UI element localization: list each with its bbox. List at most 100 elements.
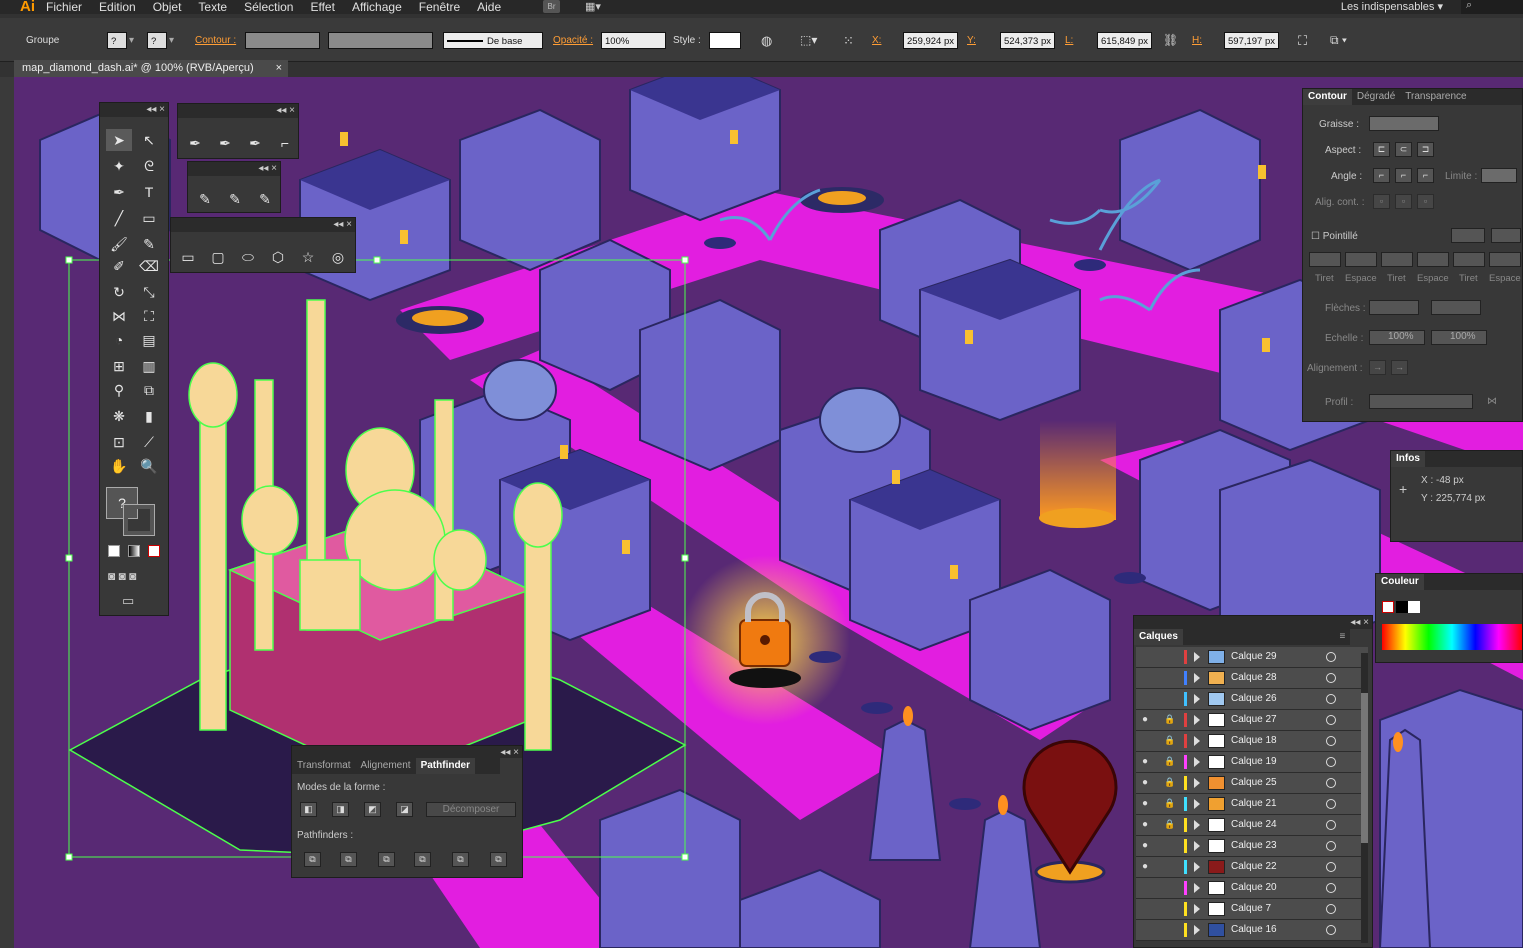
tab-calques[interactable]: Calques: [1134, 629, 1183, 645]
expand-arrow-icon[interactable]: [1194, 757, 1200, 767]
layer-row[interactable]: ● Calque 22: [1136, 857, 1368, 878]
layer-row[interactable]: Calque 20: [1136, 878, 1368, 899]
layer-name[interactable]: Calque 20: [1231, 882, 1277, 893]
expand-arrow-icon[interactable]: [1194, 904, 1200, 914]
magic-wand-tool-icon[interactable]: ✦: [106, 155, 132, 177]
color-mode-buttons[interactable]: [108, 545, 164, 559]
height-field[interactable]: 597,197 px: [1224, 32, 1279, 49]
lock-icon[interactable]: 🔒: [1164, 756, 1175, 767]
target-icon[interactable]: [1326, 820, 1336, 830]
target-icon[interactable]: [1326, 841, 1336, 851]
path-eraser-icon[interactable]: ✎: [252, 188, 278, 210]
align-outside-icon[interactable]: ▫: [1417, 194, 1434, 209]
direct-selection-tool-icon[interactable]: ↖: [136, 129, 162, 151]
target-icon[interactable]: [1326, 736, 1336, 746]
intersect-icon[interactable]: ◩: [364, 802, 381, 817]
start-arrow-select[interactable]: [1369, 300, 1419, 315]
pen-icon[interactable]: ✒: [182, 132, 208, 154]
align-center-icon[interactable]: ▫: [1373, 194, 1390, 209]
layer-row[interactable]: 🔒 Calque 18: [1136, 731, 1368, 752]
dashed-checkbox[interactable]: ☐ Pointillé: [1311, 231, 1358, 242]
lasso-tool-icon[interactable]: ᘓ: [136, 155, 162, 177]
layer-name[interactable]: Calque 22: [1231, 861, 1277, 872]
arrow-extend-icon[interactable]: →: [1369, 360, 1386, 375]
dash-field-1[interactable]: [1309, 252, 1341, 267]
y-field[interactable]: 524,373 px: [1000, 32, 1055, 49]
target-icon[interactable]: [1326, 778, 1336, 788]
expand-button[interactable]: Décomposer: [426, 802, 516, 817]
square-cap-icon[interactable]: ⊐: [1417, 142, 1434, 157]
add-anchor-icon[interactable]: ✒: [212, 132, 238, 154]
eyedropper-tool-icon[interactable]: ⚲: [106, 379, 132, 401]
layer-row[interactable]: Calque 28: [1136, 668, 1368, 689]
tab-infos[interactable]: Infos: [1391, 451, 1425, 467]
stroke-dropdown-icon[interactable]: ▾: [169, 32, 174, 49]
layer-row[interactable]: ● 🔒 Calque 24: [1136, 815, 1368, 836]
menu-affichage[interactable]: Affichage: [352, 0, 402, 14]
visibility-icon[interactable]: ●: [1142, 861, 1148, 872]
trim-icon[interactable]: ⧉: [340, 852, 357, 867]
fill-swatch[interactable]: ?: [107, 32, 127, 49]
pencil-icon[interactable]: ✎: [192, 188, 218, 210]
polygon-icon[interactable]: ⬡: [265, 246, 291, 268]
dash-field-2[interactable]: [1381, 252, 1413, 267]
end-scale-field[interactable]: 100%: [1431, 330, 1487, 345]
arrange-documents-icon[interactable]: ▦▾: [585, 0, 601, 13]
expand-arrow-icon[interactable]: [1194, 715, 1200, 725]
layer-name[interactable]: Calque 28: [1231, 672, 1277, 683]
expand-arrow-icon[interactable]: [1194, 841, 1200, 851]
expand-arrow-icon[interactable]: [1194, 820, 1200, 830]
height-label[interactable]: H:: [1192, 32, 1202, 49]
target-icon[interactable]: [1326, 883, 1336, 893]
layer-name[interactable]: Calque 25: [1231, 777, 1277, 788]
pen-tool-icon[interactable]: ✒: [106, 181, 132, 203]
target-icon[interactable]: [1326, 862, 1336, 872]
width-tool-icon[interactable]: ⋈: [106, 305, 132, 327]
target-icon[interactable]: [1326, 757, 1336, 767]
layers-menu-icon[interactable]: ≡: [1334, 629, 1350, 645]
scale-tool-icon[interactable]: ⤡: [136, 281, 162, 303]
lock-icon[interactable]: 🔒: [1164, 777, 1175, 788]
layer-name[interactable]: Calque 21: [1231, 798, 1277, 809]
stroke-swatch[interactable]: ?: [147, 32, 167, 49]
visibility-icon[interactable]: ●: [1142, 777, 1148, 788]
delete-anchor-icon[interactable]: ✒: [242, 132, 268, 154]
layer-row[interactable]: ● Calque 23: [1136, 836, 1368, 857]
variable-width-field[interactable]: [328, 32, 433, 49]
screen-mode-icon[interactable]: ▭: [122, 593, 134, 609]
tab-contour[interactable]: Contour: [1303, 89, 1352, 105]
opacity-label[interactable]: Opacité :: [553, 32, 593, 49]
layer-row[interactable]: ● 🔒 Calque 25: [1136, 773, 1368, 794]
outline-icon[interactable]: ⧉: [452, 852, 469, 867]
reference-point-icon[interactable]: ⁙: [843, 32, 854, 49]
white-swatch[interactable]: [1408, 601, 1420, 613]
dash-field-3[interactable]: [1453, 252, 1485, 267]
round-cap-icon[interactable]: ⊂: [1395, 142, 1412, 157]
recolor-icon[interactable]: ◍: [761, 32, 772, 49]
rounded-rectangle-icon[interactable]: ▢: [205, 246, 231, 268]
menu-fenetre[interactable]: Fenêtre: [419, 0, 460, 14]
layer-name[interactable]: Calque 29: [1231, 651, 1277, 662]
transform-icon[interactable]: ⛶: [1298, 32, 1307, 49]
stroke-label[interactable]: Contour :: [195, 32, 236, 49]
none-swatch[interactable]: [1382, 601, 1394, 613]
dash-mode-1[interactable]: [1451, 228, 1485, 243]
lock-icon[interactable]: 🔒: [1164, 714, 1175, 725]
align-to-icon[interactable]: ⬚▾: [800, 32, 817, 49]
start-scale-field[interactable]: 100%: [1369, 330, 1425, 345]
expand-arrow-icon[interactable]: [1194, 778, 1200, 788]
draw-modes-icon[interactable]: ◙ ◙ ◙: [108, 569, 136, 583]
eraser-tool-icon[interactable]: ⌫: [136, 255, 162, 277]
expand-arrow-icon[interactable]: [1194, 862, 1200, 872]
convert-anchor-icon[interactable]: ⌐: [272, 132, 298, 154]
color-spectrum[interactable]: [1382, 624, 1522, 650]
width-field[interactable]: 615,849 px: [1097, 32, 1152, 49]
lock-icon[interactable]: 🔒: [1164, 735, 1175, 746]
bridge-button[interactable]: Br: [543, 0, 560, 13]
end-arrow-select[interactable]: [1431, 300, 1481, 315]
limit-field[interactable]: [1481, 168, 1517, 183]
type-tool-icon[interactable]: T: [136, 181, 162, 203]
gradient-tool-icon[interactable]: ▥: [136, 355, 162, 377]
shape-builder-tool-icon[interactable]: ◔: [106, 329, 132, 351]
target-icon[interactable]: [1326, 673, 1336, 683]
